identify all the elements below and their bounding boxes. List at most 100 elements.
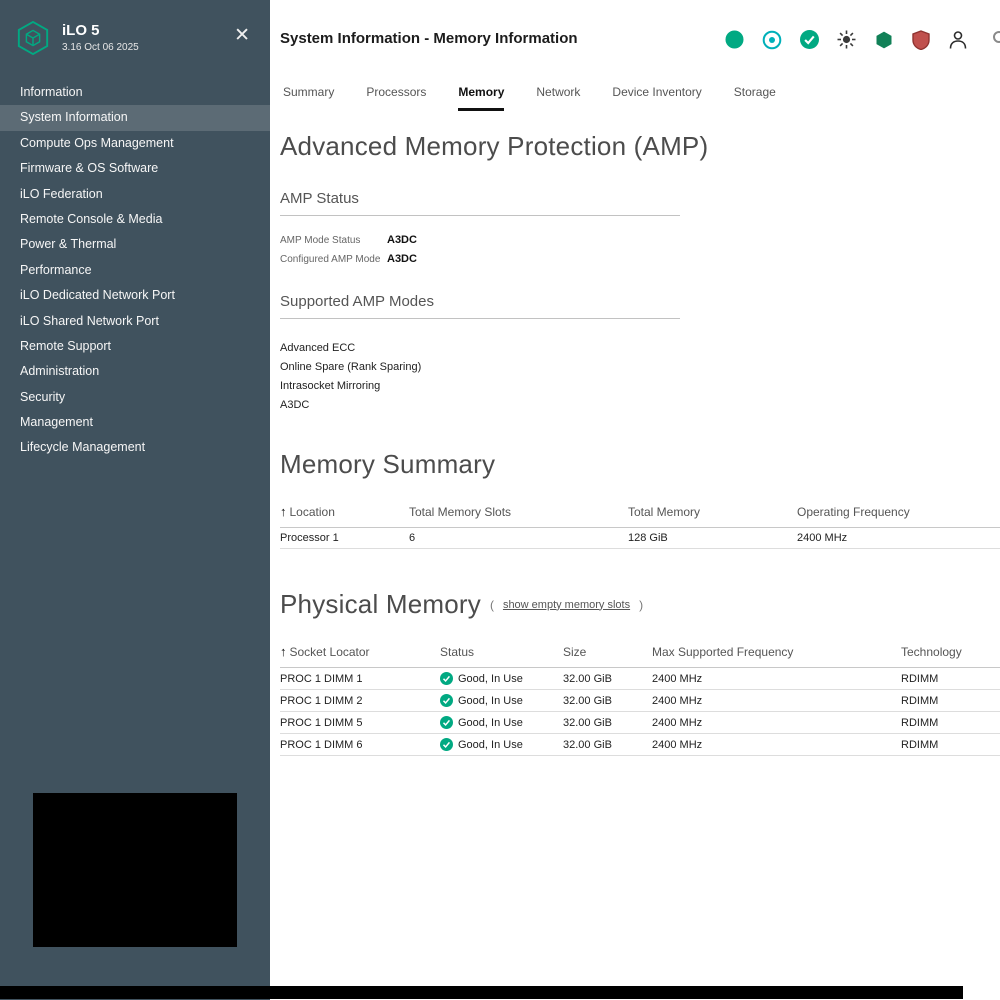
sidebar-item-management[interactable]: Management bbox=[0, 410, 270, 435]
list-item: Advanced ECC bbox=[280, 342, 356, 354]
column-header-total-memory[interactable]: Total Memory bbox=[628, 504, 797, 528]
main-content: System Information - Memory Information bbox=[270, 0, 1000, 1000]
list-item: Intrasocket Mirroring bbox=[280, 380, 381, 392]
person-icon[interactable] bbox=[948, 29, 968, 50]
sidebar: iLO 5 3.16 Oct 06 2025 ✕ Information Sys… bbox=[0, 0, 270, 1000]
sidebar-item-power-thermal[interactable]: Power & Thermal bbox=[0, 232, 270, 257]
supported-amp-modes-heading: Supported AMP Modes bbox=[280, 293, 680, 319]
cell-total-memory: 128 GiB bbox=[628, 527, 797, 549]
sidebar-item-security[interactable]: Security bbox=[0, 385, 270, 410]
list-item: Online Spare (Rank Sparing) bbox=[280, 361, 422, 373]
column-header-total-memory-slots[interactable]: Total Memory Slots bbox=[409, 504, 628, 528]
sun-icon[interactable] bbox=[837, 30, 856, 49]
physical-memory-table: ↑ Socket Locator Status Size Max Supporte… bbox=[280, 644, 1000, 756]
target-icon[interactable] bbox=[762, 30, 782, 50]
status-cell: Good, In Use bbox=[440, 694, 559, 707]
tab-storage[interactable]: Storage bbox=[734, 85, 776, 111]
tab-memory[interactable]: Memory bbox=[458, 85, 505, 111]
cell-technology: RDIMM bbox=[901, 689, 1000, 712]
status-cell: Good, In Use bbox=[440, 716, 559, 729]
tab-summary[interactable]: Summary bbox=[283, 85, 334, 111]
field-value: A3DC bbox=[387, 253, 417, 265]
cell-size: 32.00 GiB bbox=[563, 689, 652, 712]
hexagon-icon[interactable] bbox=[874, 30, 894, 50]
cell-socket-locator: PROC 1 DIMM 6 bbox=[280, 733, 440, 756]
sidebar-item-administration[interactable]: Administration bbox=[0, 359, 270, 384]
tab-processors[interactable]: Processors bbox=[366, 85, 426, 111]
column-header-technology[interactable]: Technology bbox=[901, 644, 1000, 668]
field-label: AMP Mode Status bbox=[280, 235, 361, 246]
tab-network[interactable]: Network bbox=[536, 85, 580, 111]
status-ok-icon bbox=[440, 738, 453, 751]
cell-technology: RDIMM bbox=[901, 733, 1000, 756]
cell-total-memory-slots: 6 bbox=[409, 527, 628, 549]
shield-icon[interactable] bbox=[912, 29, 930, 50]
column-header-status[interactable]: Status bbox=[440, 644, 563, 668]
status-cell: Good, In Use bbox=[440, 738, 559, 751]
sidebar-item-remote-support[interactable]: Remote Support bbox=[0, 334, 270, 359]
circle-icon[interactable] bbox=[725, 30, 744, 49]
configured-amp-mode-field: Configured AMP Mode A3DC bbox=[280, 253, 1000, 265]
tab-device-inventory[interactable]: Device Inventory bbox=[612, 85, 701, 111]
cell-socket-locator: PROC 1 DIMM 2 bbox=[280, 689, 440, 712]
cell-size: 32.00 GiB bbox=[563, 667, 652, 690]
sidebar-item-lifecycle-management[interactable]: Lifecycle Management bbox=[0, 435, 270, 460]
status-text: Good, In Use bbox=[458, 694, 523, 707]
status-ok-icon bbox=[440, 716, 453, 729]
sidebar-item-ilo-shared-network-port[interactable]: iLO Shared Network Port bbox=[0, 309, 270, 334]
table-row[interactable]: PROC 1 DIMM 6 Good, In Use 32.00 GiB 240… bbox=[280, 733, 1000, 756]
sidebar-item-performance[interactable]: Performance bbox=[0, 258, 270, 283]
sort-arrow-icon[interactable]: ↑ bbox=[280, 504, 287, 519]
column-header-socket-locator[interactable]: ↑ Socket Locator bbox=[280, 644, 440, 668]
sidebar-item-firmware-os-software[interactable]: Firmware & OS Software bbox=[0, 156, 270, 181]
status-cell: Good, In Use bbox=[440, 672, 559, 685]
table-row[interactable]: PROC 1 DIMM 2 Good, In Use 32.00 GiB 240… bbox=[280, 689, 1000, 712]
cell-socket-locator: PROC 1 DIMM 5 bbox=[280, 711, 440, 734]
app-version: 3.16 Oct 06 2025 bbox=[62, 42, 139, 53]
sidebar-item-compute-ops-management[interactable]: Compute Ops Management bbox=[0, 131, 270, 156]
sidebar-item-remote-console-media[interactable]: Remote Console & Media bbox=[0, 207, 270, 232]
amp-heading: Advanced Memory Protection (AMP) bbox=[280, 131, 709, 161]
status-text: Good, In Use bbox=[458, 738, 523, 751]
topbar-icons bbox=[725, 29, 968, 50]
amp-mode-status-field: AMP Mode Status A3DC bbox=[280, 234, 1000, 246]
column-header-location[interactable]: ↑ Location bbox=[280, 504, 409, 528]
sidebar-item-information[interactable]: Information bbox=[0, 80, 270, 105]
sidebar-item-ilo-dedicated-network-port[interactable]: iLO Dedicated Network Port bbox=[0, 283, 270, 308]
sidebar-item-ilo-federation[interactable]: iLO Federation bbox=[0, 182, 270, 207]
table-row[interactable]: Processor 1 6 128 GiB 2400 MHz bbox=[280, 527, 1000, 549]
redacted-bar bbox=[0, 986, 963, 999]
partial-icon bbox=[993, 31, 1000, 43]
field-value: A3DC bbox=[387, 234, 417, 246]
column-header-size[interactable]: Size bbox=[563, 644, 652, 668]
close-icon[interactable]: ✕ bbox=[234, 26, 250, 45]
sidebar-header: iLO 5 3.16 Oct 06 2025 ✕ bbox=[0, 0, 270, 78]
app-title: iLO 5 bbox=[62, 22, 100, 39]
physical-memory-heading: Physical Memory bbox=[280, 589, 481, 619]
paren-close: ) bbox=[639, 597, 644, 612]
cell-max-frequency: 2400 MHz bbox=[652, 733, 901, 756]
column-header-max-supported-frequency[interactable]: Max Supported Frequency bbox=[652, 644, 901, 668]
cell-size: 32.00 GiB bbox=[563, 733, 652, 756]
show-empty-memory-slots-link[interactable]: show empty memory slots bbox=[503, 599, 630, 611]
redacted-area bbox=[33, 793, 237, 947]
sidebar-menu: Information System Information Compute O… bbox=[0, 78, 270, 461]
cell-location: Processor 1 bbox=[280, 527, 409, 549]
physical-memory-header: Physical Memory ( show empty memory slot… bbox=[280, 589, 1000, 620]
sidebar-item-system-information[interactable]: System Information bbox=[0, 105, 270, 131]
check-circle-icon[interactable] bbox=[800, 30, 819, 49]
table-row[interactable]: PROC 1 DIMM 5 Good, In Use 32.00 GiB 240… bbox=[280, 711, 1000, 734]
cell-socket-locator: PROC 1 DIMM 1 bbox=[280, 667, 440, 690]
table-row[interactable]: PROC 1 DIMM 1 Good, In Use 32.00 GiB 240… bbox=[280, 667, 1000, 690]
cell-max-frequency: 2400 MHz bbox=[652, 667, 901, 690]
list-item: A3DC bbox=[280, 399, 310, 411]
content-area: Advanced Memory Protection (AMP) AMP Sta… bbox=[270, 131, 1000, 756]
table-header-row: ↑ Location Total Memory Slots Total Memor… bbox=[280, 504, 1000, 528]
topbar: System Information - Memory Information bbox=[270, 0, 1000, 60]
sort-arrow-icon[interactable]: ↑ bbox=[280, 644, 287, 659]
cell-size: 32.00 GiB bbox=[563, 711, 652, 734]
status-ok-icon bbox=[440, 694, 453, 707]
column-header-operating-frequency[interactable]: Operating Frequency bbox=[797, 504, 1000, 528]
cell-technology: RDIMM bbox=[901, 667, 1000, 690]
paren-open: ( bbox=[489, 597, 494, 612]
